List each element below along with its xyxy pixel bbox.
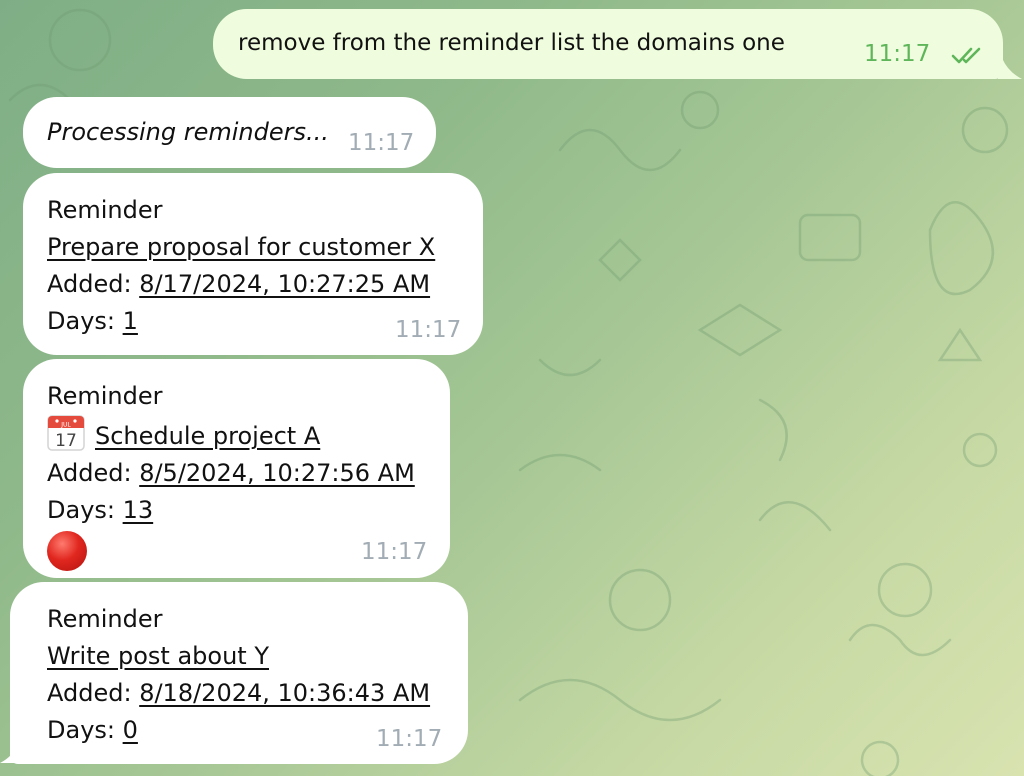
added-date-link[interactable]: 8/17/2024, 10:27:25 AM [139, 270, 430, 298]
added-label: Added: [47, 459, 132, 487]
added-label: Added: [47, 679, 132, 707]
double-check-icon [951, 47, 981, 64]
reminder-message[interactable]: Reminder JUL 17 Schedule project A Added… [23, 359, 450, 578]
reminder-message[interactable]: Reminder Prepare proposal for customer X… [23, 173, 483, 355]
outgoing-bubble-tail [998, 58, 1022, 79]
reminder-heading: Reminder [47, 605, 163, 633]
days-label: Days: [47, 307, 115, 335]
days-label: Days: [47, 716, 115, 744]
reminder-title-link[interactable]: Prepare proposal for customer X [47, 233, 435, 261]
added-date-link[interactable]: 8/5/2024, 10:27:56 AM [139, 459, 415, 487]
days-value-link[interactable]: 1 [123, 307, 138, 335]
red-circle-icon [47, 531, 87, 571]
added-date-link[interactable]: 8/18/2024, 10:36:43 AM [139, 679, 430, 707]
incoming-bubble-tail [0, 742, 22, 763]
days-value-link[interactable]: 0 [123, 716, 138, 744]
days-value-link[interactable]: 13 [123, 496, 154, 524]
reminder-heading: Reminder [47, 382, 163, 410]
calendar-icon: JUL 17 [47, 415, 85, 451]
svg-text:17: 17 [55, 431, 77, 451]
days-label: Days: [47, 496, 115, 524]
outgoing-message-text: remove from the reminder list the domain… [238, 30, 785, 56]
processing-message[interactable]: Processing reminders... 11:17 [23, 97, 436, 168]
reminder-time: 11:17 [376, 726, 443, 752]
reminder-heading: Reminder [47, 196, 163, 224]
outgoing-message[interactable]: remove from the reminder list the domain… [213, 9, 1003, 79]
reminder-time: 11:17 [361, 539, 428, 565]
reminder-time: 11:17 [395, 317, 462, 343]
processing-text: Processing reminders... [47, 118, 329, 146]
outgoing-message-time: 11:17 [864, 41, 931, 67]
reminder-title-link[interactable]: Write post about Y [47, 642, 269, 670]
reminder-message[interactable]: Reminder Write post about Y Added: 8/18/… [10, 582, 468, 764]
processing-time: 11:17 [348, 130, 415, 156]
svg-text:JUL: JUL [60, 422, 71, 429]
reminder-title-link[interactable]: Schedule project A [95, 422, 320, 450]
added-label: Added: [47, 270, 132, 298]
